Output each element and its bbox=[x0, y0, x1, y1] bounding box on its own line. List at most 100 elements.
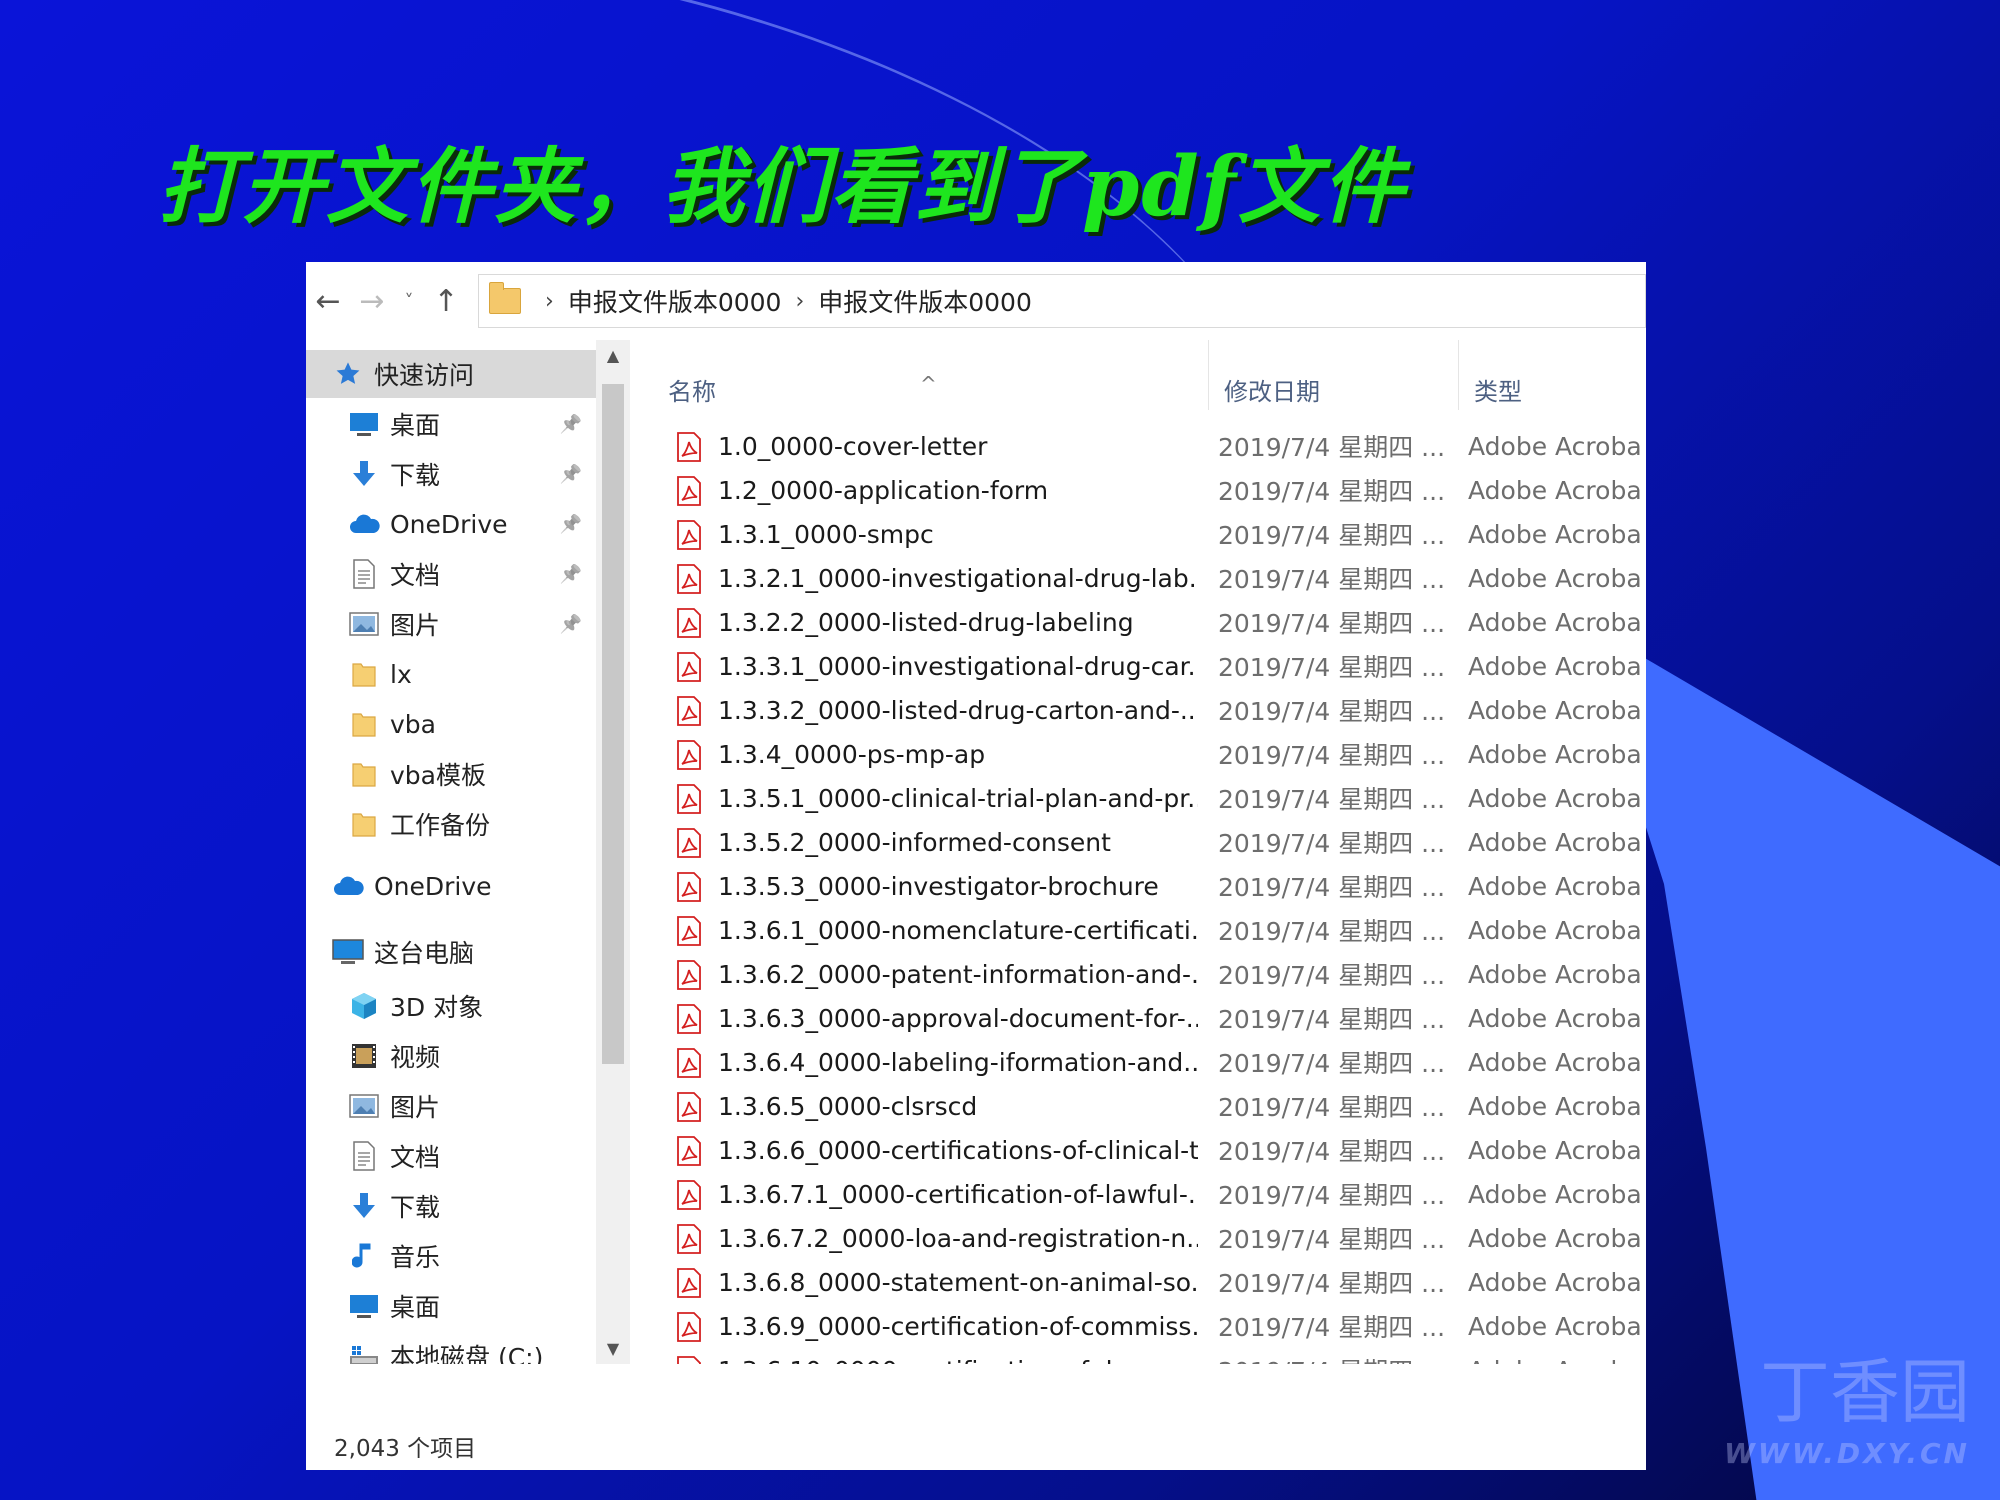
sidebar-item-label: 桌面 bbox=[390, 411, 441, 440]
sidebar-item[interactable]: 文档 📌 bbox=[306, 550, 596, 598]
file-row[interactable]: 1.3.6.1_0000-nomenclature-certificati...… bbox=[630, 908, 1646, 952]
pin-icon[interactable]: 📌 bbox=[560, 414, 582, 435]
navigation-scrollbar[interactable]: ▲ ▼ bbox=[596, 340, 630, 1364]
back-button[interactable]: ← bbox=[306, 284, 350, 319]
file-date: 2019/7/4 星期四 ... bbox=[1218, 961, 1446, 990]
sidebar-item[interactable]: 快速访问 bbox=[306, 350, 596, 398]
breadcrumb-item[interactable]: 申报文件版本0000 bbox=[568, 283, 782, 319]
sidebar-item[interactable]: 桌面 bbox=[306, 1282, 596, 1330]
file-row[interactable]: 1.3.5.2_0000-informed-consent 2019/7/4 星期… bbox=[630, 820, 1646, 864]
file-row[interactable]: 1.3.5.3_0000-investigator-brochure 2019/7… bbox=[630, 864, 1646, 908]
file-row[interactable]: 1.3.6.5_0000-clsrscd 2019/7/4 星期四 ... Adob… bbox=[630, 1084, 1646, 1128]
file-row[interactable]: 1.3.6.10_0000-certification-of-drug-a...… bbox=[630, 1348, 1646, 1364]
pin-icon[interactable]: 📌 bbox=[560, 614, 582, 635]
file-type: Adobe Acroba bbox=[1468, 695, 1642, 725]
file-type: Adobe Acroba bbox=[1468, 827, 1642, 857]
file-row[interactable]: 1.3.5.1_0000-clinical-trial-plan-and-pr.… bbox=[630, 776, 1646, 820]
pin-icon[interactable]: 📌 bbox=[560, 514, 582, 535]
file-row[interactable]: 1.3.3.1_0000-investigational-drug-car...… bbox=[630, 644, 1646, 688]
pdf-file-icon bbox=[674, 652, 704, 688]
folder-icon bbox=[346, 810, 382, 838]
pin-icon[interactable]: 📌 bbox=[560, 464, 582, 485]
file-name: 1.3.6.7.1_0000-certification-of-lawful-.… bbox=[718, 1179, 1198, 1209]
sidebar-item[interactable]: 音乐 bbox=[306, 1232, 596, 1280]
file-row[interactable]: 1.3.6.7.1_0000-certification-of-lawful-.… bbox=[630, 1172, 1646, 1216]
sidebar-item[interactable]: 本地磁盘 (C:) bbox=[306, 1332, 596, 1364]
file-date: 2019/7/4 星期四 ... bbox=[1218, 1137, 1446, 1166]
sidebar-item[interactable]: 桌面 📌 bbox=[306, 400, 596, 448]
recent-locations-button[interactable]: ˅ bbox=[394, 291, 424, 312]
desktop-icon bbox=[346, 411, 382, 437]
file-type: Adobe Acroba bbox=[1468, 739, 1642, 769]
column-name[interactable]: 名称 bbox=[668, 372, 716, 407]
sidebar-item[interactable]: 视频 bbox=[306, 1032, 596, 1080]
file-row[interactable]: 1.3.4_0000-ps-mp-ap 2019/7/4 星期四 ... Adobe… bbox=[630, 732, 1646, 776]
breadcrumb-item[interactable]: 申报文件版本0000 bbox=[818, 283, 1032, 319]
sidebar-item[interactable]: 文档 bbox=[306, 1132, 596, 1180]
column-header: ^ 名称 修改日期 类型 bbox=[630, 340, 1646, 410]
file-type: Adobe Acroba bbox=[1468, 1223, 1642, 1253]
file-row[interactable]: 1.3.6.2_0000-patent-information-and-... 2… bbox=[630, 952, 1646, 996]
desktop-icon bbox=[346, 1293, 382, 1319]
sidebar-item[interactable]: 这台电脑 bbox=[306, 928, 596, 976]
sidebar-item-label: 这台电脑 bbox=[374, 939, 475, 968]
file-row[interactable]: 1.3.6.7.2_0000-loa-and-registration-n...… bbox=[630, 1216, 1646, 1260]
computer-icon bbox=[330, 938, 366, 966]
path-box[interactable]: › 申报文件版本0000 › 申报文件版本0000 bbox=[478, 274, 1646, 328]
file-row[interactable]: 1.3.2.1_0000-investigational-drug-lab...… bbox=[630, 556, 1646, 600]
up-button[interactable]: ↑ bbox=[424, 284, 468, 319]
pdf-file-icon bbox=[674, 1092, 704, 1128]
scrollbar-thumb[interactable] bbox=[602, 384, 624, 1064]
column-divider[interactable] bbox=[1458, 340, 1459, 410]
back-arrow-icon: ← bbox=[315, 283, 341, 319]
file-date: 2019/7/4 星期四 ... bbox=[1218, 829, 1446, 858]
file-row[interactable]: 1.3.3.2_0000-listed-drug-carton-and-... 2… bbox=[630, 688, 1646, 732]
file-row[interactable]: 1.3.6.6_0000-certifications-of-clinical-… bbox=[630, 1128, 1646, 1172]
file-date: 2019/7/4 星期四 ... bbox=[1218, 1269, 1446, 1298]
watermark-url: WWW.DXY.CN bbox=[1724, 1437, 1970, 1470]
sidebar-item[interactable]: 3D 对象 bbox=[306, 982, 596, 1030]
pdf-file-icon bbox=[674, 520, 704, 556]
sidebar-item[interactable]: 下载 📌 bbox=[306, 450, 596, 498]
file-row[interactable]: 1.3.6.3_0000-approval-document-for-... 20… bbox=[630, 996, 1646, 1040]
pdf-file-icon bbox=[674, 432, 704, 468]
watermark-logo-text: 丁香园 bbox=[1760, 1351, 1970, 1433]
scroll-up-icon[interactable]: ▲ bbox=[596, 346, 630, 365]
file-date: 2019/7/4 星期四 ... bbox=[1218, 1313, 1446, 1342]
file-row[interactable]: 1.0_0000-cover-letter 2019/7/4 星期四 ... Ado… bbox=[630, 424, 1646, 468]
file-type: Adobe Acroba bbox=[1468, 563, 1642, 593]
sidebar-item[interactable]: OneDrive 📌 bbox=[306, 500, 596, 548]
file-name: 1.3.6.6_0000-certifications-of-clinical-… bbox=[718, 1135, 1198, 1165]
sidebar-item[interactable]: 图片 bbox=[306, 1082, 596, 1130]
folder-icon bbox=[346, 660, 382, 688]
column-date[interactable]: 修改日期 bbox=[1224, 372, 1320, 407]
sidebar-item[interactable]: lx bbox=[306, 650, 596, 698]
folder-icon bbox=[346, 760, 382, 788]
cube-icon bbox=[346, 991, 382, 1021]
file-row[interactable]: 1.2_0000-application-form 2019/7/4 星期四 ..… bbox=[630, 468, 1646, 512]
sidebar-item[interactable]: 图片 📌 bbox=[306, 600, 596, 648]
forward-button[interactable]: → bbox=[350, 284, 394, 319]
sidebar-item[interactable]: 工作备份 bbox=[306, 800, 596, 848]
pin-icon[interactable]: 📌 bbox=[560, 564, 582, 585]
sidebar-item[interactable]: OneDrive bbox=[306, 862, 596, 910]
file-name: 1.0_0000-cover-letter bbox=[718, 431, 988, 461]
column-divider[interactable] bbox=[1208, 340, 1209, 410]
file-type: Adobe Acroba bbox=[1468, 431, 1642, 461]
file-name: 1.3.6.10_0000-certification-of-drug-a... bbox=[718, 1356, 1198, 1365]
file-name: 1.3.2.1_0000-investigational-drug-lab... bbox=[718, 563, 1198, 593]
file-row[interactable]: 1.3.6.9_0000-certification-of-commiss...… bbox=[630, 1304, 1646, 1348]
column-type[interactable]: 类型 bbox=[1474, 372, 1522, 407]
file-row[interactable]: 1.3.2.2_0000-listed-drug-labeling 2019/7/… bbox=[630, 600, 1646, 644]
file-type: Adobe Acroba bbox=[1468, 1047, 1642, 1077]
file-name: 1.3.4_0000-ps-mp-ap bbox=[718, 739, 986, 769]
cloud-icon bbox=[346, 513, 382, 535]
scroll-down-icon[interactable]: ▼ bbox=[596, 1339, 630, 1358]
file-row[interactable]: 1.3.1_0000-smpc 2019/7/4 星期四 ... Adobe Acr… bbox=[630, 512, 1646, 556]
sidebar-item[interactable]: 下载 bbox=[306, 1182, 596, 1230]
sidebar-item[interactable]: vba bbox=[306, 700, 596, 748]
file-row[interactable]: 1.3.6.4_0000-labeling-iformation-and... 2… bbox=[630, 1040, 1646, 1084]
file-row[interactable]: 1.3.6.8_0000-statement-on-animal-so... 20… bbox=[630, 1260, 1646, 1304]
file-date: 2019/7/4 星期四 ... bbox=[1218, 609, 1446, 638]
sidebar-item[interactable]: vba模板 bbox=[306, 750, 596, 798]
